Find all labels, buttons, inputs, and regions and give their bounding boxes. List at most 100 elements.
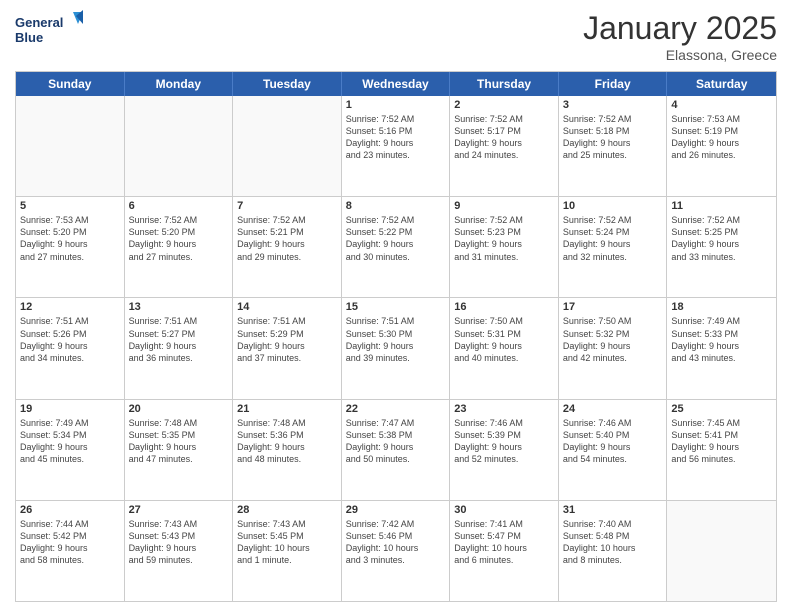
- day-cell: 15 Sunrise: 7:51 AM Sunset: 5:30 PM Dayli…: [342, 298, 451, 398]
- day-number: 2: [454, 99, 554, 111]
- day-cell: 17 Sunrise: 7:50 AM Sunset: 5:32 PM Dayli…: [559, 298, 668, 398]
- day-info: Sunrise: 7:50 AM Sunset: 5:32 PM Dayligh…: [563, 315, 663, 364]
- day-cell: 19 Sunrise: 7:49 AM Sunset: 5:34 PM Dayli…: [16, 400, 125, 500]
- day-cell: 28Sunrise: 7:43 AM Sunset: 5:45 PM Dayli…: [233, 501, 342, 601]
- day-number: 13: [129, 301, 229, 313]
- day-info: Sunrise: 7:52 AM Sunset: 5:18 PM Dayligh…: [563, 113, 663, 162]
- day-info: Sunrise: 7:51 AM Sunset: 5:29 PM Dayligh…: [237, 315, 337, 364]
- day-cell: 20Sunrise: 7:48 AM Sunset: 5:35 PM Dayli…: [125, 400, 234, 500]
- day-info: Sunrise: 7:52 AM Sunset: 5:21 PM Dayligh…: [237, 214, 337, 263]
- day-header-wednesday: Wednesday: [342, 72, 451, 96]
- day-number: 20: [129, 403, 229, 415]
- day-cell: 13 Sunrise: 7:51 AM Sunset: 5:27 PM Dayli…: [125, 298, 234, 398]
- week-row: 19 Sunrise: 7:49 AM Sunset: 5:34 PM Dayli…: [16, 399, 776, 500]
- day-number: 30: [454, 504, 554, 516]
- day-cell: 25 Sunrise: 7:45 AM Sunset: 5:41 PM Dayli…: [667, 400, 776, 500]
- day-cell: 12 Sunrise: 7:51 AM Sunset: 5:26 PM Dayli…: [16, 298, 125, 398]
- day-cell: 21 Sunrise: 7:48 AM Sunset: 5:36 PM Dayli…: [233, 400, 342, 500]
- day-number: 31: [563, 504, 663, 516]
- day-number: 12: [20, 301, 120, 313]
- day-info: Sunrise: 7:51 AM Sunset: 5:27 PM Dayligh…: [129, 315, 229, 364]
- day-number: 4: [671, 99, 772, 111]
- day-cell: 14 Sunrise: 7:51 AM Sunset: 5:29 PM Dayli…: [233, 298, 342, 398]
- day-cell: 16 Sunrise: 7:50 AM Sunset: 5:31 PM Dayli…: [450, 298, 559, 398]
- day-number: 8: [346, 200, 446, 212]
- day-number: 22: [346, 403, 446, 415]
- day-info: Sunrise: 7:41 AM Sunset: 5:47 PM Dayligh…: [454, 518, 554, 567]
- day-cell: 1 Sunrise: 7:52 AM Sunset: 5:16 PM Daylig…: [342, 96, 451, 196]
- day-cell: 9 Sunrise: 7:52 AM Sunset: 5:23 PM Daylig…: [450, 197, 559, 297]
- day-number: 26: [20, 504, 120, 516]
- day-cell: 23Sunrise: 7:46 AM Sunset: 5:39 PM Dayli…: [450, 400, 559, 500]
- day-number: 18: [671, 301, 772, 313]
- day-number: 25: [671, 403, 772, 415]
- day-info: Sunrise: 7:53 AM Sunset: 5:20 PM Dayligh…: [20, 214, 120, 263]
- day-number: 17: [563, 301, 663, 313]
- day-cell: 18Sunrise: 7:49 AM Sunset: 5:33 PM Dayli…: [667, 298, 776, 398]
- day-cell: 8Sunrise: 7:52 AM Sunset: 5:22 PM Daylig…: [342, 197, 451, 297]
- day-cell: 26 Sunrise: 7:44 AM Sunset: 5:42 PM Dayli…: [16, 501, 125, 601]
- day-header-tuesday: Tuesday: [233, 72, 342, 96]
- day-info: Sunrise: 7:52 AM Sunset: 5:20 PM Dayligh…: [129, 214, 229, 263]
- logo: General Blue: [15, 10, 85, 50]
- day-cell: 5 Sunrise: 7:53 AM Sunset: 5:20 PM Daylig…: [16, 197, 125, 297]
- day-cell: [233, 96, 342, 196]
- day-info: Sunrise: 7:40 AM Sunset: 5:48 PM Dayligh…: [563, 518, 663, 567]
- weeks: 1 Sunrise: 7:52 AM Sunset: 5:16 PM Daylig…: [16, 96, 776, 601]
- day-number: 3: [563, 99, 663, 111]
- day-cell: 30 Sunrise: 7:41 AM Sunset: 5:47 PM Dayli…: [450, 501, 559, 601]
- day-number: 11: [671, 200, 772, 212]
- day-number: 27: [129, 504, 229, 516]
- day-number: 16: [454, 301, 554, 313]
- day-cell: 24Sunrise: 7:46 AM Sunset: 5:40 PM Dayli…: [559, 400, 668, 500]
- day-cell: 29Sunrise: 7:42 AM Sunset: 5:46 PM Dayli…: [342, 501, 451, 601]
- day-number: 19: [20, 403, 120, 415]
- day-info: Sunrise: 7:49 AM Sunset: 5:34 PM Dayligh…: [20, 417, 120, 466]
- day-cell: 2Sunrise: 7:52 AM Sunset: 5:17 PM Daylig…: [450, 96, 559, 196]
- day-number: 21: [237, 403, 337, 415]
- day-info: Sunrise: 7:52 AM Sunset: 5:23 PM Dayligh…: [454, 214, 554, 263]
- calendar: SundayMondayTuesdayWednesdayThursdayFrid…: [15, 71, 777, 602]
- day-cell: 3 Sunrise: 7:52 AM Sunset: 5:18 PM Daylig…: [559, 96, 668, 196]
- location: Elassona, Greece: [583, 47, 777, 63]
- day-cell: [667, 501, 776, 601]
- day-cell: 27Sunrise: 7:43 AM Sunset: 5:43 PM Dayli…: [125, 501, 234, 601]
- title-section: January 2025 Elassona, Greece: [583, 10, 777, 63]
- day-header-saturday: Saturday: [667, 72, 776, 96]
- day-info: Sunrise: 7:47 AM Sunset: 5:38 PM Dayligh…: [346, 417, 446, 466]
- day-number: 5: [20, 200, 120, 212]
- day-info: Sunrise: 7:48 AM Sunset: 5:36 PM Dayligh…: [237, 417, 337, 466]
- day-info: Sunrise: 7:50 AM Sunset: 5:31 PM Dayligh…: [454, 315, 554, 364]
- day-cell: [16, 96, 125, 196]
- day-info: Sunrise: 7:52 AM Sunset: 5:25 PM Dayligh…: [671, 214, 772, 263]
- day-header-thursday: Thursday: [450, 72, 559, 96]
- day-number: 9: [454, 200, 554, 212]
- week-row: 26 Sunrise: 7:44 AM Sunset: 5:42 PM Dayli…: [16, 500, 776, 601]
- day-number: 1: [346, 99, 446, 111]
- day-number: 14: [237, 301, 337, 313]
- day-cell: 22 Sunrise: 7:47 AM Sunset: 5:38 PM Dayli…: [342, 400, 451, 500]
- day-info: Sunrise: 7:45 AM Sunset: 5:41 PM Dayligh…: [671, 417, 772, 466]
- day-cell: 31 Sunrise: 7:40 AM Sunset: 5:48 PM Dayli…: [559, 501, 668, 601]
- month-title: January 2025: [583, 10, 777, 47]
- week-row: 1 Sunrise: 7:52 AM Sunset: 5:16 PM Daylig…: [16, 96, 776, 196]
- day-cell: 4Sunrise: 7:53 AM Sunset: 5:19 PM Daylig…: [667, 96, 776, 196]
- day-info: Sunrise: 7:52 AM Sunset: 5:24 PM Dayligh…: [563, 214, 663, 263]
- day-number: 6: [129, 200, 229, 212]
- day-header-monday: Monday: [125, 72, 234, 96]
- day-number: 7: [237, 200, 337, 212]
- day-number: 15: [346, 301, 446, 313]
- day-info: Sunrise: 7:51 AM Sunset: 5:30 PM Dayligh…: [346, 315, 446, 364]
- week-row: 5 Sunrise: 7:53 AM Sunset: 5:20 PM Daylig…: [16, 196, 776, 297]
- week-row: 12 Sunrise: 7:51 AM Sunset: 5:26 PM Dayli…: [16, 297, 776, 398]
- day-cell: [125, 96, 234, 196]
- day-headers: SundayMondayTuesdayWednesdayThursdayFrid…: [16, 72, 776, 96]
- day-info: Sunrise: 7:43 AM Sunset: 5:45 PM Dayligh…: [237, 518, 337, 567]
- day-info: Sunrise: 7:44 AM Sunset: 5:42 PM Dayligh…: [20, 518, 120, 567]
- day-info: Sunrise: 7:42 AM Sunset: 5:46 PM Dayligh…: [346, 518, 446, 567]
- day-number: 24: [563, 403, 663, 415]
- day-cell: 6 Sunrise: 7:52 AM Sunset: 5:20 PM Daylig…: [125, 197, 234, 297]
- day-number: 10: [563, 200, 663, 212]
- day-info: Sunrise: 7:52 AM Sunset: 5:16 PM Dayligh…: [346, 113, 446, 162]
- day-info: Sunrise: 7:51 AM Sunset: 5:26 PM Dayligh…: [20, 315, 120, 364]
